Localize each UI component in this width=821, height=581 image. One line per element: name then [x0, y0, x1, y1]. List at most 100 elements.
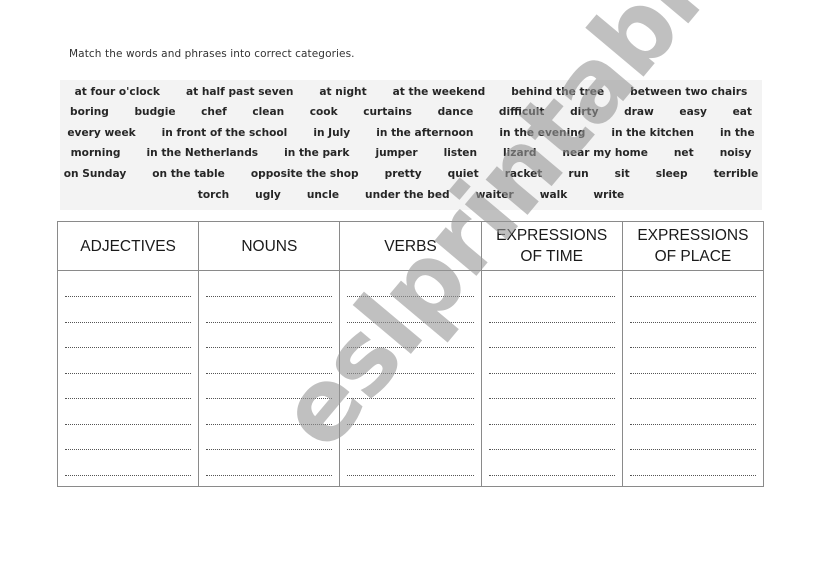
word-bank-item: morning [70, 147, 121, 159]
word-bank-item: in July [313, 127, 351, 139]
answer-line[interactable] [629, 321, 757, 323]
word-bank-row: at four o'clock at half past seven at nigh… [60, 82, 762, 102]
word-bank-row: morning in the Netherlands in the park jump… [60, 143, 762, 163]
answer-line[interactable] [206, 321, 333, 323]
answer-line[interactable] [629, 398, 757, 399]
word-bank-item: listen [443, 147, 478, 159]
word-bank-item: dance [437, 106, 474, 118]
answer-line[interactable] [347, 321, 474, 323]
word-bank-item: at half past seven [185, 86, 294, 98]
word-bank-item: quiet [447, 168, 479, 180]
word-bank-item: cook [309, 106, 338, 118]
answer-line[interactable] [206, 398, 333, 399]
answer-line[interactable] [65, 372, 192, 374]
answer-line[interactable] [206, 449, 333, 450]
word-bank-row: on Sunday on the table opposite the shop pr… [60, 164, 762, 184]
category-column: EXPRESSIONS OF TIME [481, 222, 623, 486]
word-bank-item: write [593, 189, 625, 201]
column-header: EXPRESSIONS OF TIME [481, 222, 622, 271]
word-bank-item: at four o'clock [74, 86, 160, 98]
answer-line[interactable] [347, 372, 474, 374]
word-bank-item: chef [201, 106, 227, 118]
word-bank-item: sit [614, 168, 630, 180]
word-bank-item: easy [679, 106, 707, 118]
word-bank-item: clean [252, 106, 285, 118]
category-column: VERBS [340, 222, 482, 486]
answer-line[interactable] [206, 372, 333, 374]
answer-line[interactable] [347, 296, 474, 297]
answer-line[interactable] [629, 372, 757, 374]
word-bank-row: boring budgie chef clean cook curtains dance di… [60, 102, 762, 122]
answer-line[interactable] [629, 474, 757, 476]
answer-line[interactable] [488, 449, 615, 450]
word-bank-item: in front of the school [161, 127, 288, 139]
word-bank-item: in the afternoon [376, 127, 474, 139]
word-bank-item: uncle [306, 189, 340, 201]
answer-line[interactable] [488, 372, 615, 374]
answer-line[interactable] [488, 423, 615, 425]
answer-line[interactable] [488, 296, 615, 297]
category-column: NOUNS [199, 222, 341, 486]
word-bank-item: sleep [655, 168, 688, 180]
column-header: NOUNS [199, 222, 340, 271]
word-bank-item: behind the tree [511, 86, 605, 98]
answer-line[interactable] [347, 423, 474, 425]
word-bank-row: torch ugly uncle under the bed waiter walk wri… [60, 185, 762, 205]
column-header: ADJECTIVES [58, 222, 199, 271]
answer-line[interactable] [347, 474, 474, 476]
answer-line[interactable] [65, 423, 192, 425]
category-table: ADJECTIVES NOUNS VERBS EXPRESSIONS OF TIME E… [57, 221, 764, 487]
instruction-text: Match the words and phrases into correct… [69, 48, 355, 60]
word-bank-item: at the weekend [392, 86, 486, 98]
word-bank-item: walk [539, 189, 568, 201]
answer-line[interactable] [347, 347, 474, 348]
answer-line[interactable] [65, 347, 192, 348]
word-bank-item: on Sunday [63, 168, 127, 180]
word-bank-item: under the bed [365, 189, 450, 201]
word-bank-item: boring [70, 106, 109, 118]
word-bank-item: in the Netherlands [146, 147, 259, 159]
word-bank: at four o'clock at half past seven at nigh… [60, 80, 762, 210]
word-bank-item: eat [732, 106, 752, 118]
answer-line[interactable] [629, 423, 757, 425]
category-column: ADJECTIVES [58, 222, 200, 486]
answer-line[interactable] [65, 296, 192, 297]
answer-line[interactable] [65, 449, 192, 450]
word-bank-item: jumper [375, 147, 418, 159]
answer-line[interactable] [206, 296, 333, 297]
word-bank-item: at night [319, 86, 367, 98]
answer-line[interactable] [206, 347, 333, 348]
answer-line[interactable] [488, 347, 615, 348]
word-bank-item: in the park [284, 147, 350, 159]
answer-line[interactable] [347, 449, 474, 450]
column-answer-area [58, 271, 198, 486]
answer-line[interactable] [629, 296, 757, 297]
column-header: EXPRESSIONS OF PLACE [622, 222, 764, 271]
answer-line[interactable] [629, 449, 757, 450]
word-bank-item: opposite the shop [250, 168, 359, 180]
answer-line[interactable] [629, 347, 757, 348]
word-bank-item: terrible [713, 168, 759, 180]
word-bank-item: curtains [363, 106, 412, 118]
answer-line[interactable] [488, 398, 615, 399]
word-bank-item: dirty [570, 106, 599, 118]
answer-line[interactable] [206, 423, 333, 425]
word-bank-item: near my home [562, 147, 648, 159]
word-bank-item: noisy [719, 147, 752, 159]
word-bank-item: net [673, 147, 694, 159]
answer-line[interactable] [347, 398, 474, 399]
word-bank-item: in the kitchen [611, 127, 694, 139]
column-answer-area [340, 271, 480, 486]
answer-line[interactable] [206, 474, 333, 476]
word-bank-item: in the [719, 127, 755, 139]
answer-line[interactable] [65, 321, 192, 323]
column-answer-area [482, 271, 622, 486]
answer-line[interactable] [488, 321, 615, 323]
column-answer-area [623, 271, 763, 486]
word-bank-item: difficult [498, 106, 545, 118]
answer-line[interactable] [65, 474, 192, 476]
word-bank-item: on the table [152, 168, 225, 180]
answer-line[interactable] [488, 474, 615, 476]
word-bank-item: racket [504, 168, 543, 180]
answer-line[interactable] [65, 398, 192, 399]
